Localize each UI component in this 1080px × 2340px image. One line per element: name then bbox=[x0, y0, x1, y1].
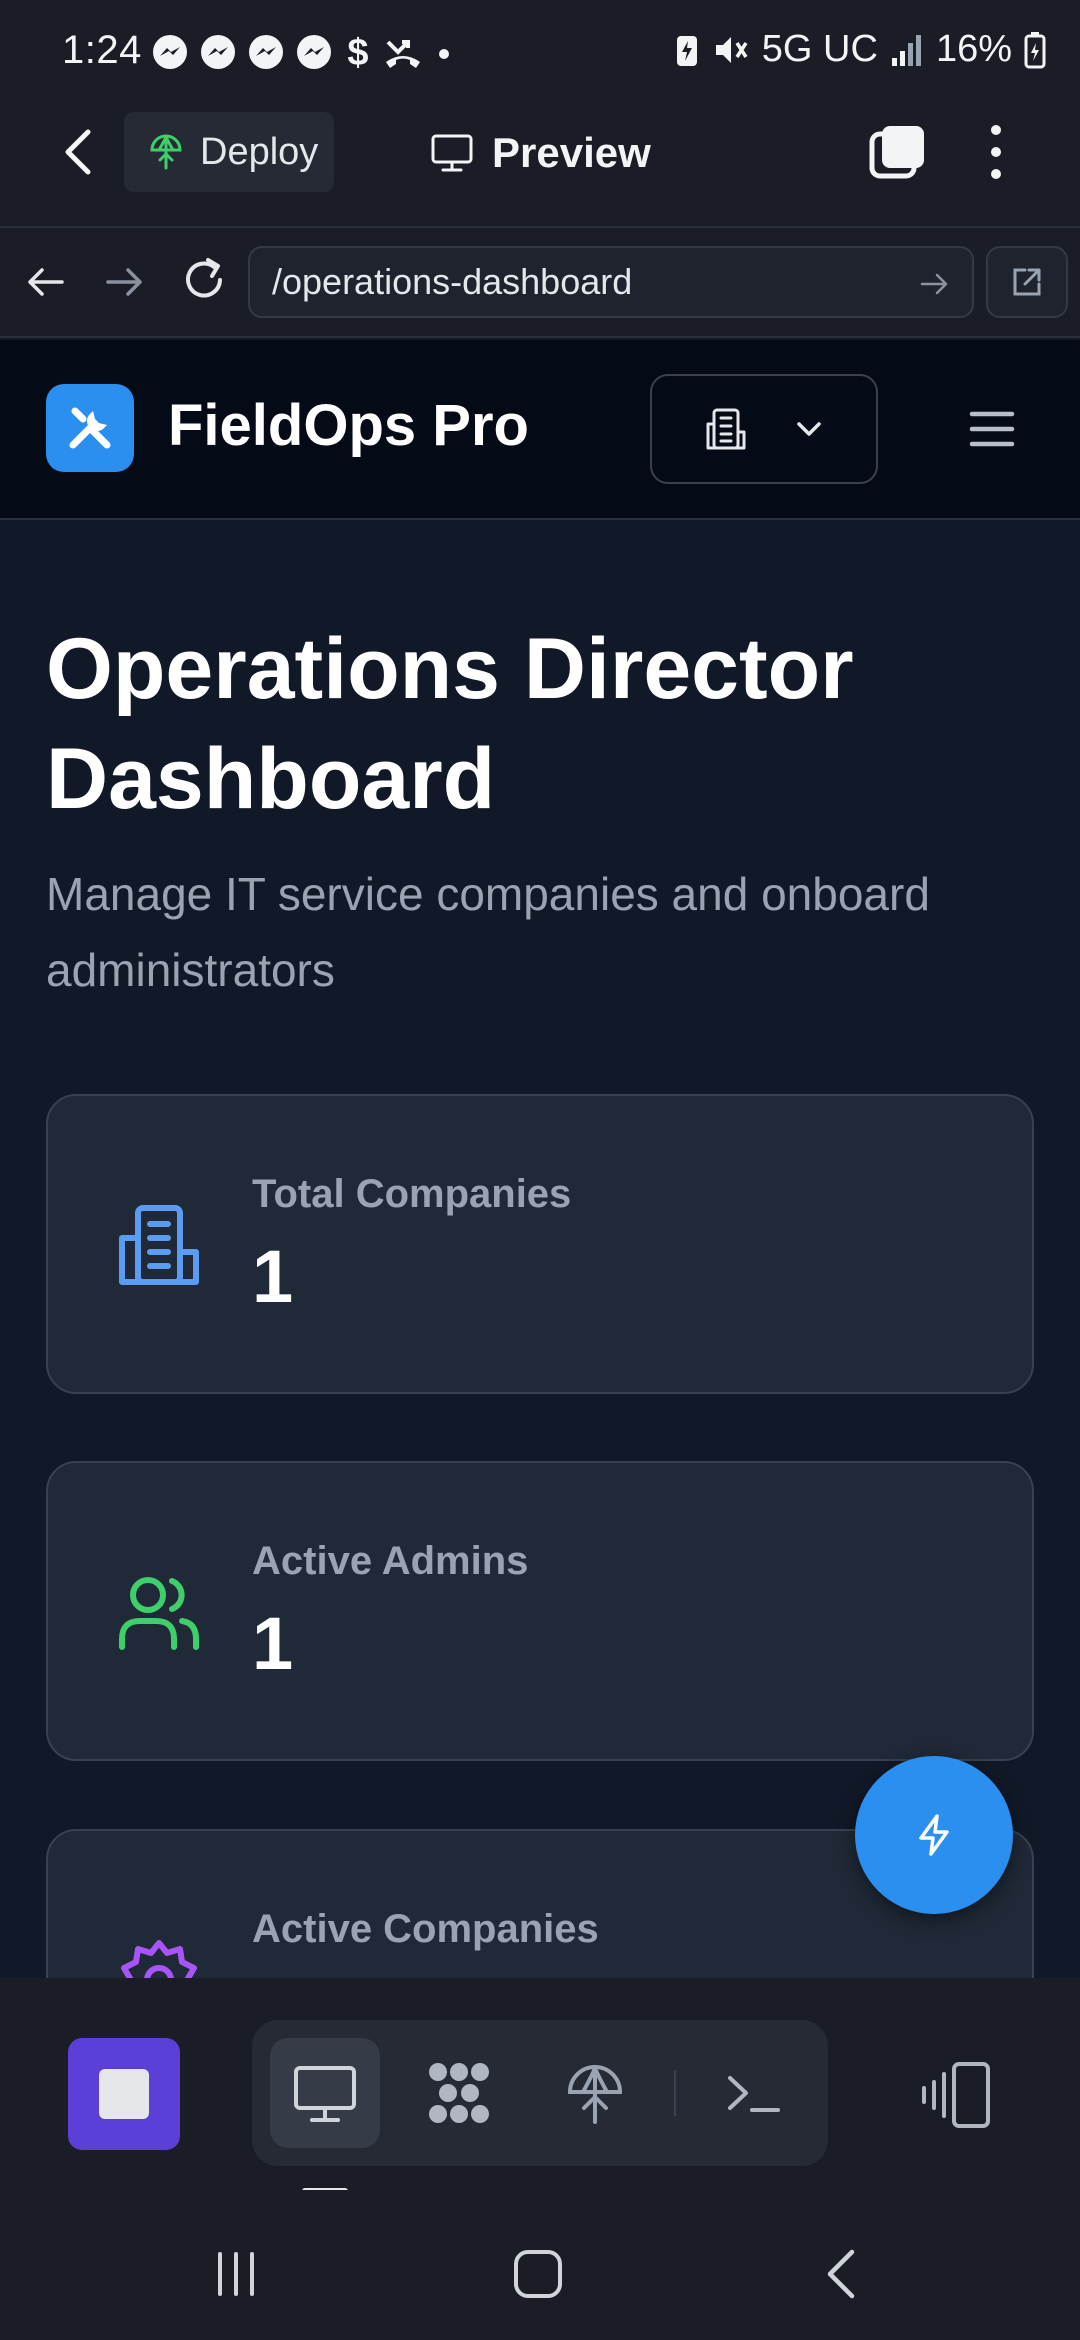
notification-icons: $ bbox=[150, 30, 456, 74]
stat-label: Active Companies bbox=[252, 1907, 599, 1951]
desktop-icon[interactable] bbox=[290, 2058, 360, 2128]
users-icon bbox=[119, 1577, 199, 1650]
reload-icon[interactable] bbox=[178, 254, 230, 306]
stat-label: Total Companies bbox=[252, 1172, 572, 1216]
open-external-button[interactable] bbox=[986, 246, 1068, 318]
messenger-icon bbox=[249, 35, 283, 69]
stat-value: 1 bbox=[252, 1235, 294, 1318]
mute-icon bbox=[715, 36, 748, 63]
stop-icon bbox=[99, 2069, 149, 2119]
stat-card-total-companies[interactable]: Total Companies 1 bbox=[46, 1094, 1034, 1394]
apps-grid-icon[interactable] bbox=[424, 2058, 494, 2128]
preview-label: Preview bbox=[492, 129, 651, 176]
device-toggle-icon[interactable] bbox=[920, 2058, 994, 2132]
network-label: 5G UC bbox=[761, 28, 878, 70]
nav-back-icon[interactable] bbox=[22, 258, 70, 306]
go-arrow-icon[interactable] bbox=[918, 268, 950, 300]
nav-forward-icon[interactable] bbox=[100, 258, 148, 306]
menu-icon[interactable] bbox=[968, 408, 1016, 450]
battery-icon bbox=[1024, 31, 1046, 68]
dot-icon bbox=[439, 49, 449, 59]
page-subtitle: Manage IT service companies and onboard … bbox=[46, 868, 930, 996]
stat-value: 1 bbox=[252, 1602, 294, 1685]
external-link-icon bbox=[1013, 268, 1041, 296]
url-input[interactable]: /operations-dashboard bbox=[248, 246, 974, 318]
app-logo[interactable] bbox=[46, 384, 134, 472]
page-title: Operations Director Dashboard bbox=[46, 621, 854, 827]
tabs-icon[interactable] bbox=[868, 122, 928, 182]
stop-button[interactable] bbox=[68, 2038, 180, 2150]
deploy-button[interactable]: Deploy bbox=[124, 112, 334, 192]
dollar-icon: $ bbox=[347, 32, 368, 72]
quick-action-button[interactable] bbox=[855, 1756, 1013, 1914]
messenger-icon bbox=[153, 35, 187, 69]
signal-icon bbox=[891, 34, 921, 66]
tools-icon bbox=[69, 407, 111, 449]
recent-apps-icon[interactable] bbox=[206, 2244, 266, 2304]
deploy-label: Deploy bbox=[200, 130, 319, 173]
toolbar-divider bbox=[674, 2070, 676, 2116]
home-icon[interactable] bbox=[508, 2244, 568, 2304]
url-text: /operations-dashboard bbox=[272, 261, 633, 302]
missed-call-icon bbox=[386, 40, 420, 68]
chevron-down-icon bbox=[797, 422, 821, 436]
building-icon bbox=[119, 1205, 199, 1285]
preview-tab[interactable]: Preview bbox=[430, 122, 651, 184]
terminal-icon[interactable] bbox=[718, 2058, 788, 2128]
messenger-icon bbox=[297, 35, 331, 69]
stat-label: Active Admins bbox=[252, 1539, 529, 1583]
app-header bbox=[0, 340, 1080, 520]
system-back-icon[interactable] bbox=[812, 2244, 872, 2304]
stat-card-active-admins[interactable]: Active Admins 1 bbox=[46, 1461, 1034, 1761]
building-icon bbox=[706, 408, 746, 450]
back-arrow-icon[interactable] bbox=[56, 124, 102, 180]
battery-saver-icon bbox=[676, 35, 697, 66]
status-time: 1:24 bbox=[62, 28, 142, 72]
deploy-icon[interactable] bbox=[560, 2058, 630, 2128]
deploy-icon bbox=[150, 134, 182, 170]
company-selector[interactable] bbox=[650, 374, 878, 484]
messenger-icon bbox=[201, 35, 235, 69]
svg-text:$: $ bbox=[347, 32, 368, 72]
more-options-icon[interactable] bbox=[978, 120, 1014, 184]
status-right: 5G UC 16% bbox=[674, 28, 1046, 71]
battery-percent: 16% bbox=[935, 28, 1012, 70]
lightning-icon bbox=[919, 1814, 949, 1856]
app-name: FieldOps Pro bbox=[168, 393, 529, 458]
monitor-icon bbox=[431, 134, 473, 172]
